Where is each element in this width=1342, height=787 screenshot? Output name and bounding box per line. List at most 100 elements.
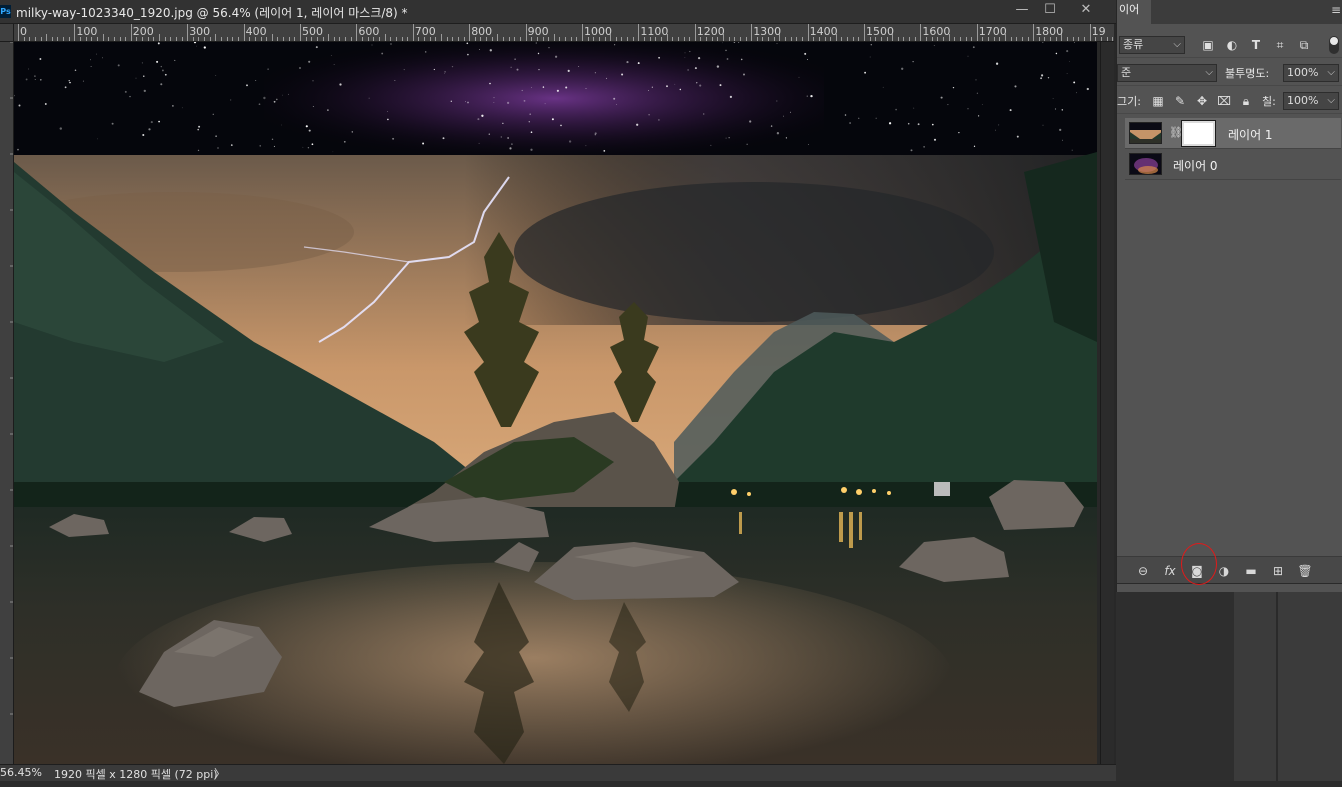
delete-layer-icon[interactable]: 🗑︎	[1295, 562, 1315, 580]
ruler-minor-tick	[237, 37, 239, 41]
filter-toggle[interactable]	[1329, 36, 1339, 54]
shape-filter-icon[interactable]: ⌗	[1272, 37, 1288, 53]
fx-icon[interactable]: fx	[1160, 562, 1180, 580]
star	[500, 136, 502, 138]
mask-link-icon[interactable]: ⛓	[1169, 126, 1183, 139]
star	[288, 93, 289, 95]
opacity-field[interactable]: 100% ⌵	[1283, 64, 1339, 82]
layer-name[interactable]: 레이어 0	[1173, 157, 1218, 174]
star	[102, 57, 103, 59]
opacity-value: 100%	[1287, 66, 1319, 79]
ruler-minor-tick	[159, 34, 160, 41]
new-group-icon[interactable]: ▬	[1241, 562, 1261, 580]
ruler-minor-tick	[835, 34, 837, 41]
star	[807, 59, 809, 61]
ruler-minor-tick	[700, 37, 702, 41]
new-layer-icon[interactable]: ⊞	[1268, 562, 1288, 580]
star	[923, 146, 925, 148]
document-titlebar[interactable]: Ps milky-way-1023340_1920.jpg @ 56.4% (레…	[0, 0, 1116, 24]
vertical-ruler[interactable]	[0, 42, 14, 764]
layer-row-1[interactable]: ⛓ 레이어 1	[1125, 118, 1341, 149]
star	[197, 128, 200, 131]
star	[907, 122, 910, 125]
ruler-minor-tick	[587, 37, 589, 41]
filter-kind-select[interactable]: 종류 ⌵	[1119, 36, 1185, 54]
star	[368, 97, 370, 99]
layer-mask-thumbnail[interactable]	[1181, 120, 1216, 147]
ruler-minor-tick	[181, 37, 183, 41]
ruler-minor-tick	[937, 37, 939, 41]
layer-thumbnail[interactable]	[1129, 153, 1162, 175]
ruler-minor-tick	[959, 37, 961, 41]
star	[716, 65, 720, 68]
adjustment-layer-icon[interactable]: ◑	[1214, 562, 1234, 580]
star	[148, 128, 151, 131]
ruler-minor-tick	[1078, 37, 1080, 41]
star	[263, 96, 266, 100]
type-filter-icon[interactable]: T	[1248, 37, 1264, 53]
adjustment-filter-icon[interactable]: ◐	[1224, 37, 1240, 53]
star	[142, 133, 145, 137]
ruler-minor-tick	[514, 37, 516, 41]
restore-button[interactable]: ☐	[1036, 0, 1064, 20]
minimize-button[interactable]: —	[1008, 0, 1036, 20]
ruler-minor-tick	[407, 37, 409, 41]
star	[68, 80, 70, 82]
layer-row-0[interactable]: 레이어 0	[1125, 149, 1341, 180]
lock-artboard-icon[interactable]: ⌧	[1216, 93, 1232, 109]
star	[844, 114, 847, 116]
image-canvas[interactable]	[14, 42, 1097, 764]
star	[530, 131, 533, 134]
star	[776, 100, 778, 102]
star	[870, 43, 873, 46]
fill-value: 100%	[1287, 94, 1319, 107]
ruler-minor-tick	[249, 37, 251, 41]
lock-position-icon[interactable]: ✥	[1194, 93, 1210, 109]
ruler-minor-tick	[519, 37, 521, 41]
ruler-minor-tick	[796, 37, 798, 41]
star	[394, 80, 396, 81]
star	[451, 65, 454, 68]
ruler-minor-tick	[96, 37, 98, 41]
star	[658, 119, 660, 121]
fill-field[interactable]: 100% ⌵	[1283, 92, 1339, 110]
status-menu-arrow-icon[interactable]: 〉	[214, 765, 226, 782]
star	[387, 118, 389, 121]
ruler-minor-tick	[717, 37, 719, 41]
ruler-minor-tick	[401, 37, 403, 41]
ruler-minor-tick	[294, 37, 296, 41]
ruler-minor-tick	[1010, 37, 1012, 41]
lock-pixels-icon[interactable]: ✎	[1172, 93, 1188, 109]
layer-thumbnail[interactable]	[1129, 122, 1162, 144]
star	[858, 117, 860, 119]
ruler-origin[interactable]	[0, 24, 14, 42]
panel-menu-icon[interactable]: ≡	[1331, 3, 1341, 17]
vertical-scrollbar[interactable]	[1100, 42, 1114, 764]
star	[156, 60, 159, 63]
star	[565, 86, 568, 89]
star	[489, 82, 491, 85]
tab-layers[interactable]: 이어	[1117, 0, 1151, 24]
star	[648, 113, 650, 116]
ruler-minor-tick	[948, 34, 950, 41]
star	[255, 80, 257, 81]
horizontal-ruler[interactable]: 0 100 200 300 400 500 600 700 800 900 1000 1100 1200…	[14, 24, 1114, 42]
image-filter-icon[interactable]: ▣	[1200, 37, 1216, 53]
ruler-major-tick	[74, 24, 76, 41]
ruler-minor-tick	[723, 34, 724, 41]
lock-all-icon[interactable]: 🔒︎	[1238, 93, 1254, 109]
zoom-level[interactable]: 56.45%	[0, 766, 42, 779]
lock-transparency-icon[interactable]: ▦	[1150, 93, 1166, 109]
close-button[interactable]: ✕	[1072, 0, 1100, 20]
ruler-minor-tick	[847, 37, 849, 41]
smart-object-filter-icon[interactable]: ⧉	[1296, 37, 1312, 53]
vertical-ruler-ticks	[10, 42, 13, 715]
document-title: milky-way-1023340_1920.jpg @ 56.4% (레이어 …	[16, 6, 408, 20]
blend-mode-select[interactable]: 준 ⌵	[1117, 64, 1217, 82]
ruler-minor-tick	[254, 37, 256, 41]
star	[64, 86, 67, 89]
ruler-minor-tick	[880, 37, 882, 41]
layer-name[interactable]: 레이어 1	[1228, 126, 1273, 143]
star	[528, 121, 530, 123]
link-layers-icon[interactable]: ⊖	[1133, 562, 1153, 580]
